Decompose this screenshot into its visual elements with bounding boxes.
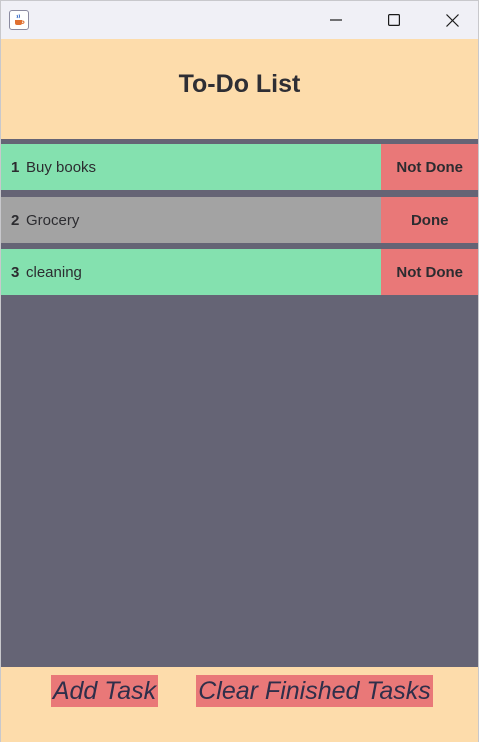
task-name: Buy books — [26, 158, 97, 176]
maximize-icon — [388, 14, 400, 26]
page-title: To-Do List — [178, 69, 301, 98]
task-number: 2 — [11, 211, 20, 229]
footer-panel: Add Task Clear Finished Tasks — [1, 667, 478, 742]
java-cup-icon — [9, 10, 29, 30]
task-status-button[interactable]: Not Done — [381, 144, 478, 190]
task-name: Grocery — [26, 211, 80, 229]
close-icon — [445, 13, 459, 27]
minimize-icon — [330, 19, 342, 21]
task-row: 3 cleaning Not Done — [1, 249, 478, 295]
header-panel: To-Do List — [1, 39, 478, 139]
maximize-button[interactable] — [371, 1, 417, 39]
task-number: 1 — [11, 158, 20, 176]
clear-finished-tasks-button[interactable]: Clear Finished Tasks — [196, 675, 433, 707]
title-bar[interactable] — [1, 1, 478, 39]
add-task-button[interactable]: Add Task — [51, 675, 158, 707]
close-button[interactable] — [429, 1, 475, 39]
task-item[interactable]: 2 Grocery — [1, 197, 382, 243]
task-list: 1 Buy books Not Done 2 Grocery Done 3 cl… — [1, 139, 478, 667]
task-status-button[interactable]: Not Done — [381, 249, 478, 295]
task-item[interactable]: 3 cleaning — [1, 249, 382, 295]
task-row: 2 Grocery Done — [1, 197, 478, 243]
task-row: 1 Buy books Not Done — [1, 144, 478, 190]
app-window: To-Do List 1 Buy books Not Done 2 Grocer… — [0, 0, 479, 742]
task-status-button[interactable]: Done — [381, 197, 478, 243]
task-item[interactable]: 1 Buy books — [1, 144, 382, 190]
task-number: 3 — [11, 263, 20, 281]
minimize-button[interactable] — [313, 1, 359, 39]
task-name: cleaning — [26, 263, 82, 281]
